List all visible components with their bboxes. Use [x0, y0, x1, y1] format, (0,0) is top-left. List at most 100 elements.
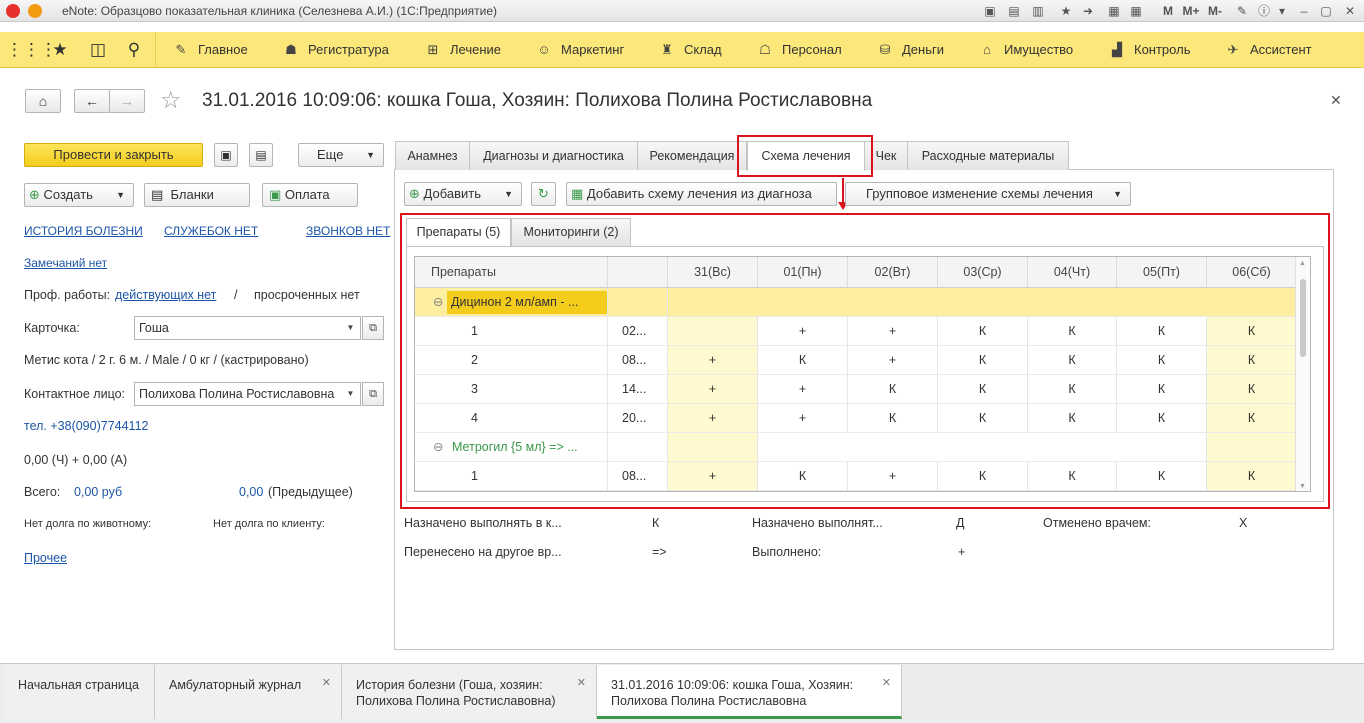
schedule-cell[interactable]: + [668, 462, 758, 491]
close-icon[interactable]: ✕ [882, 675, 891, 691]
post-button[interactable]: ▤ [249, 143, 273, 167]
schedule-cell[interactable]: + [668, 404, 758, 433]
schedule-cell[interactable]: К [1117, 346, 1207, 375]
card-dropdown[interactable]: ▼ [341, 316, 361, 340]
row-time-cell[interactable]: 02... [608, 317, 668, 346]
remarks-link[interactable]: Замечаний нет [24, 256, 107, 270]
contact-field[interactable]: Полихова Полина Ростиславовна [134, 382, 342, 406]
schedule-cell[interactable]: К [938, 375, 1028, 404]
schedule-cell[interactable]: К [938, 317, 1028, 346]
column-header[interactable]: 06(Сб) [1207, 257, 1297, 288]
schedule-cell[interactable]: К [1207, 317, 1297, 346]
schedule-cell[interactable]: К [1207, 404, 1297, 433]
schedule-cell[interactable]: + [758, 375, 848, 404]
schedule-cell[interactable] [668, 317, 758, 346]
card-open-button[interactable]: ⧉ [362, 316, 384, 340]
schedule-cell[interactable]: К [1028, 404, 1117, 433]
column-header[interactable]: 04(Чт) [1028, 257, 1117, 288]
schedule-cell[interactable]: К [1028, 375, 1117, 404]
phone-text[interactable]: тел. +38(090)7744112 [24, 419, 148, 433]
save-icon[interactable]: ▣ [982, 3, 998, 19]
favorite-star-icon[interactable]: ☆ [160, 86, 182, 115]
menu-item-registry[interactable]: ☗ Регистратура [282, 32, 389, 68]
favorites-icon[interactable]: ★ [1058, 3, 1074, 19]
info-icon[interactable]: ⓘ [1256, 3, 1272, 19]
search-icon[interactable]: ⚲ [116, 32, 152, 68]
menu-item-assistant[interactable]: ✈ Ассистент [1224, 32, 1312, 68]
memory-minus-icon[interactable]: M- [1204, 3, 1226, 19]
scroll-down-icon[interactable]: ▼ [1299, 483, 1306, 490]
calculator-icon[interactable]: ▦ [1106, 3, 1122, 19]
close-form-icon[interactable]: ✕ [1330, 92, 1342, 109]
chevron-down-icon[interactable]: ▾ [1274, 3, 1290, 19]
schedule-cell[interactable]: К [1117, 317, 1207, 346]
schedule-cell[interactable]: + [758, 404, 848, 433]
schedule-cell[interactable]: К [938, 462, 1028, 491]
row-time-cell[interactable]: 08... [608, 462, 668, 491]
contact-open-button[interactable]: ⧉ [362, 382, 384, 406]
row-time-cell[interactable]: 08... [608, 346, 668, 375]
tab-recommendation[interactable]: Рекомендация [637, 141, 747, 170]
schedule-cell[interactable]: К [1207, 375, 1297, 404]
menu-item-marketing[interactable]: ☺ Маркетинг [535, 32, 624, 68]
tab-consumables[interactable]: Расходные материалы [907, 141, 1069, 170]
schedule-cell[interactable]: К [1028, 317, 1117, 346]
minimize-icon[interactable]: – [1296, 3, 1312, 19]
post-and-close-button[interactable]: Провести и закрыть [24, 143, 203, 167]
close-icon[interactable]: ✕ [322, 675, 331, 691]
app-menu-icon[interactable] [28, 4, 42, 18]
calls-link[interactable]: ЗВОНКОВ НЕТ [306, 224, 390, 238]
menu-item-control[interactable]: ▟ Контроль [1108, 32, 1190, 68]
calendar-icon[interactable]: ▦ [1128, 3, 1144, 19]
taskbar-tab-history[interactable]: История болезни (Гоша, хозяин: Полихова … [342, 665, 597, 719]
row-number-cell[interactable]: 1 [415, 317, 608, 346]
schedule-cell[interactable]: К [1117, 375, 1207, 404]
group-change-button[interactable]: Групповое изменение схемы лечения ▼ [845, 182, 1131, 206]
group-row[interactable]: ⊖ Метрогил {5 мл} => ... [415, 433, 608, 462]
prof-active-link[interactable]: действующих нет [115, 288, 216, 302]
schedule-cell[interactable]: К [1028, 462, 1117, 491]
taskbar-tab-current[interactable]: 31.01.2016 10:09:06: кошка Гоша, Хозяин:… [597, 665, 902, 719]
tab-diagnoses[interactable]: Диагнозы и диагностика [469, 141, 638, 170]
add-from-diagnosis-button[interactable]: ▦ Добавить схему лечения из диагноза [566, 182, 837, 206]
menu-item-property[interactable]: ⌂ Имущество [978, 32, 1073, 68]
row-time-cell[interactable]: 20... [608, 404, 668, 433]
schedule-cell[interactable]: К [1117, 462, 1207, 491]
arrow-icon[interactable]: ➜ [1080, 3, 1096, 19]
close-window-icon[interactable]: ✕ [1342, 3, 1358, 19]
taskbar-tab-home[interactable]: Начальная страница [4, 665, 155, 719]
history-link[interactable]: ИСТОРИЯ БОЛЕЗНИ [24, 224, 143, 238]
schedule-cell[interactable]: К [938, 404, 1028, 433]
maximize-icon[interactable]: ▢ [1318, 3, 1334, 19]
row-number-cell[interactable]: 4 [415, 404, 608, 433]
forward-button[interactable]: → [109, 89, 145, 113]
collapse-icon[interactable]: ⊖ [433, 288, 443, 316]
scroll-up-icon[interactable]: ▲ [1299, 260, 1306, 267]
collapse-icon[interactable]: ⊖ [433, 433, 443, 461]
column-header[interactable]: 03(Ср) [938, 257, 1028, 288]
group-row[interactable]: ⊖ Дицинон 2 мл/амп - ... [415, 288, 608, 317]
subtab-monitoring[interactable]: Мониторинги (2) [511, 218, 631, 246]
history-icon[interactable]: ◫ [80, 32, 116, 68]
memos-link[interactable]: СЛУЖЕБОК НЕТ [164, 224, 258, 238]
home-button[interactable]: ⌂ [25, 89, 61, 113]
schedule-cell[interactable]: + [848, 462, 938, 491]
schedule-cell[interactable]: + [758, 317, 848, 346]
memory-m-icon[interactable]: M [1160, 3, 1176, 19]
add-button[interactable]: ⊕ Добавить ▼ [404, 182, 522, 206]
menu-item-treatment[interactable]: ⊞ Лечение [424, 32, 501, 68]
contact-dropdown[interactable]: ▼ [341, 382, 361, 406]
tools-icon[interactable]: ✎ [1234, 3, 1250, 19]
subtab-drugs[interactable]: Препараты (5) [406, 218, 511, 247]
schedule-cell[interactable]: К [1207, 346, 1297, 375]
star-icon[interactable]: ★ [42, 32, 78, 68]
back-button[interactable]: ← [74, 89, 110, 113]
apps-grid-icon[interactable]: ⋮⋮⋮ [6, 32, 57, 68]
schedule-cell[interactable]: К [848, 404, 938, 433]
tab-anamnesis[interactable]: Анамнез [395, 141, 470, 170]
create-button[interactable]: ⊕ Создать ▼ [24, 183, 134, 207]
column-header[interactable]: 01(Пн) [758, 257, 848, 288]
card-field[interactable]: Гоша [134, 316, 342, 340]
blanks-button[interactable]: ▤ Бланки [144, 183, 250, 207]
payment-button[interactable]: ▣ Оплата [262, 183, 358, 207]
